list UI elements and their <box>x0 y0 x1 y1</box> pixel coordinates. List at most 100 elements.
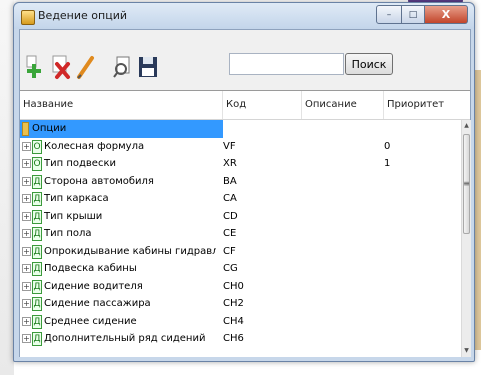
option-code: CG <box>223 263 238 274</box>
folder-icon <box>22 122 29 136</box>
option-code <box>223 120 301 138</box>
option-description <box>302 138 382 156</box>
option-description <box>302 278 382 296</box>
option-type-badge: Д <box>32 262 42 276</box>
table-row[interactable]: + О Колесная формула VF 0 <box>20 138 461 156</box>
table-row[interactable]: + Д Тип каркаса CA <box>20 190 461 208</box>
option-description <box>302 260 382 278</box>
table-row[interactable]: + Д Сидение водителя CH0 <box>20 278 461 296</box>
option-type-badge: О <box>32 157 42 171</box>
option-code: CA <box>223 193 237 204</box>
name-cell: + Д Подвеска кабины <box>20 260 216 278</box>
option-type-badge: Д <box>32 314 42 329</box>
option-priority <box>384 295 459 313</box>
name-cell: + Д Тип каркаса <box>20 190 216 208</box>
option-code: CH2 <box>223 298 244 309</box>
scroll-up-arrow-icon[interactable]: ▲ <box>462 120 471 132</box>
save-icon[interactable] <box>137 54 159 80</box>
search-tool-icon[interactable] <box>112 54 134 80</box>
option-type-badge: Д <box>32 279 42 294</box>
option-name: Подвеска кабины <box>44 263 137 274</box>
client-area: Поиск Название Код Описание Приоритет Оп… <box>19 29 471 357</box>
table-row[interactable]: + Д Тип пола CE <box>20 225 461 243</box>
search-input[interactable] <box>229 53 344 75</box>
option-name: Тип крыши <box>44 210 103 222</box>
option-priority <box>384 278 459 296</box>
option-type-badge: О <box>32 139 42 154</box>
column-priority-header[interactable]: Приоритет <box>384 91 470 119</box>
options-grid: Название Код Описание Приоритет Опции + О К… <box>20 90 471 357</box>
option-description <box>302 155 382 173</box>
name-cell: + Д Сидение пассажира <box>20 295 216 313</box>
table-row[interactable]: +ДОпрокидывание кабины гидравлическим до… <box>20 243 461 261</box>
scroll-down-arrow-icon[interactable]: ▼ <box>462 345 471 357</box>
option-code: CF <box>223 245 236 257</box>
option-priority <box>384 173 459 191</box>
option-priority <box>384 260 459 278</box>
name-cell: + Д Тип пола <box>20 225 216 243</box>
option-name: Тип подвески <box>44 158 116 169</box>
name-cell: + О Тип подвески <box>20 155 216 173</box>
option-name: Сидение пассажира <box>44 298 151 309</box>
option-description <box>302 313 382 331</box>
option-description <box>302 225 382 243</box>
table-row[interactable]: + Д Среднее сидение CH4 <box>20 313 461 331</box>
window-title: Ведение опций <box>38 9 127 22</box>
expand-icon[interactable]: + <box>22 176 31 186</box>
table-row[interactable]: + Д Сторона автомобиля BA <box>20 173 461 191</box>
option-type-badge: Д <box>32 332 42 346</box>
expand-icon[interactable]: + <box>22 264 31 273</box>
minimize-button[interactable]: – <box>376 5 402 24</box>
column-description-header[interactable]: Описание <box>302 91 384 119</box>
table-row[interactable]: + О Тип подвески XR 1 <box>20 155 461 173</box>
close-button[interactable]: X <box>425 5 468 24</box>
option-name: Опции <box>32 123 67 134</box>
option-type-badge: Д <box>32 209 42 224</box>
delete-icon[interactable] <box>50 54 72 80</box>
table-row[interactable]: + Д Тип крыши CD <box>20 208 461 226</box>
option-type-badge: Д <box>32 244 42 259</box>
expand-icon[interactable]: + <box>22 141 31 151</box>
option-priority <box>384 225 459 243</box>
option-priority <box>384 208 459 226</box>
expand-icon[interactable]: + <box>22 334 31 343</box>
name-cell: + Д Тип крыши <box>20 208 216 226</box>
table-row[interactable]: + Д Дополнительный ряд сидений CH6 <box>20 330 461 348</box>
table-row[interactable]: + Д Подвеска кабины CG <box>20 260 461 278</box>
expand-icon[interactable]: + <box>22 229 31 238</box>
grid-rows: Опции + О Колесная формула VF 0 + О Тип подвески… <box>20 120 461 357</box>
expand-icon[interactable]: + <box>22 211 31 221</box>
tree-root-row[interactable]: Опции <box>20 120 461 138</box>
options-window: Ведение опций – □ X Поиск Название Код О… <box>13 2 475 362</box>
add-icon[interactable] <box>24 54 46 80</box>
expand-icon[interactable]: + <box>22 316 31 326</box>
app-icon <box>21 10 35 25</box>
expand-icon[interactable]: + <box>22 281 31 291</box>
column-code-header[interactable]: Код <box>223 91 302 119</box>
name-cell: +ДОпрокидывание кабины гидравлическим до… <box>20 243 216 261</box>
window-controls: – □ X <box>376 5 468 24</box>
edit-icon[interactable] <box>75 54 97 80</box>
title-bar[interactable]: Ведение опций – □ X <box>14 3 474 29</box>
option-code: XR <box>223 158 237 169</box>
expand-icon[interactable]: + <box>22 299 31 308</box>
table-row[interactable]: + Д Сидение пассажира CH2 <box>20 295 461 313</box>
expand-icon[interactable]: + <box>22 159 31 168</box>
option-name: Колесная формула <box>44 140 145 152</box>
search-button[interactable]: Поиск <box>345 53 393 75</box>
name-cell: + Д Среднее сидение <box>20 313 216 331</box>
option-name: Среднее сидение <box>44 315 137 327</box>
name-cell: + Д Сторона автомобиля <box>20 173 216 191</box>
option-name: Опрокидывание кабины гидравлическим домк <box>44 245 216 257</box>
option-code: CD <box>223 210 238 222</box>
expand-icon[interactable]: + <box>22 246 31 256</box>
column-name-header[interactable]: Название <box>20 91 223 119</box>
option-code: CE <box>223 228 237 239</box>
expand-icon[interactable]: + <box>22 194 31 203</box>
option-description <box>302 330 382 348</box>
vertical-scrollbar[interactable]: ▲ ≡ ▼ <box>461 120 471 357</box>
background-left <box>0 0 14 375</box>
maximize-button[interactable]: □ <box>402 5 425 24</box>
option-priority <box>384 313 459 331</box>
option-priority <box>384 120 459 138</box>
